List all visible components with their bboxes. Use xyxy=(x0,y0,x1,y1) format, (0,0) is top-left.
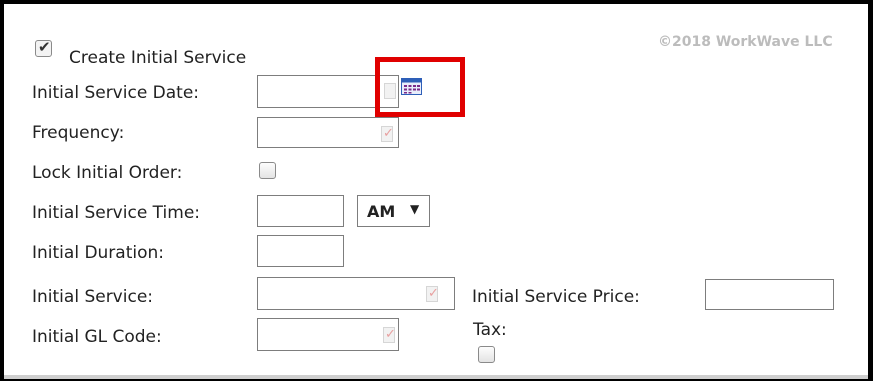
frequency-input[interactable]: ✓ xyxy=(257,117,399,148)
initial-service-date-label: Initial Service Date: xyxy=(32,83,200,103)
initial-service-input[interactable]: ✓ xyxy=(257,277,455,310)
lookup-icon[interactable]: ✓ xyxy=(425,285,440,304)
initial-service-label: Initial Service: xyxy=(32,287,154,307)
tax-checkbox[interactable] xyxy=(478,346,495,363)
frequency-label: Frequency: xyxy=(32,123,125,143)
lock-initial-order-label: Lock Initial Order: xyxy=(32,163,183,183)
initial-service-price-label: Initial Service Price: xyxy=(472,287,640,307)
calendar-highlight-box xyxy=(375,57,465,117)
initial-gl-code-label: Initial GL Code: xyxy=(32,327,162,347)
lock-initial-order-checkbox[interactable] xyxy=(259,162,276,179)
am-pm-value: AM xyxy=(367,202,396,221)
panel-shadow xyxy=(4,375,868,379)
lookup-icon[interactable]: ✓ xyxy=(382,326,397,345)
copyright-watermark: ©2018 WorkWave LLC xyxy=(658,34,833,50)
checkmark-icon: ✔ xyxy=(38,38,51,56)
tax-label: Tax: xyxy=(473,320,507,340)
initial-service-time-input[interactable] xyxy=(257,195,344,227)
lookup-icon[interactable]: ✓ xyxy=(380,125,395,144)
chevron-down-icon: ▼ xyxy=(410,202,420,216)
create-initial-service-checkbox[interactable]: ✔ xyxy=(35,38,52,57)
initial-duration-input[interactable] xyxy=(257,235,344,267)
create-initial-service-label: Create Initial Service xyxy=(69,48,247,68)
initial-service-time-label: Initial Service Time: xyxy=(32,203,201,223)
initial-duration-label: Initial Duration: xyxy=(32,243,165,263)
initial-service-price-input[interactable] xyxy=(705,279,834,310)
am-pm-select[interactable]: AM ▼ xyxy=(357,195,430,227)
initial-gl-code-input[interactable]: ✓ xyxy=(257,318,399,351)
